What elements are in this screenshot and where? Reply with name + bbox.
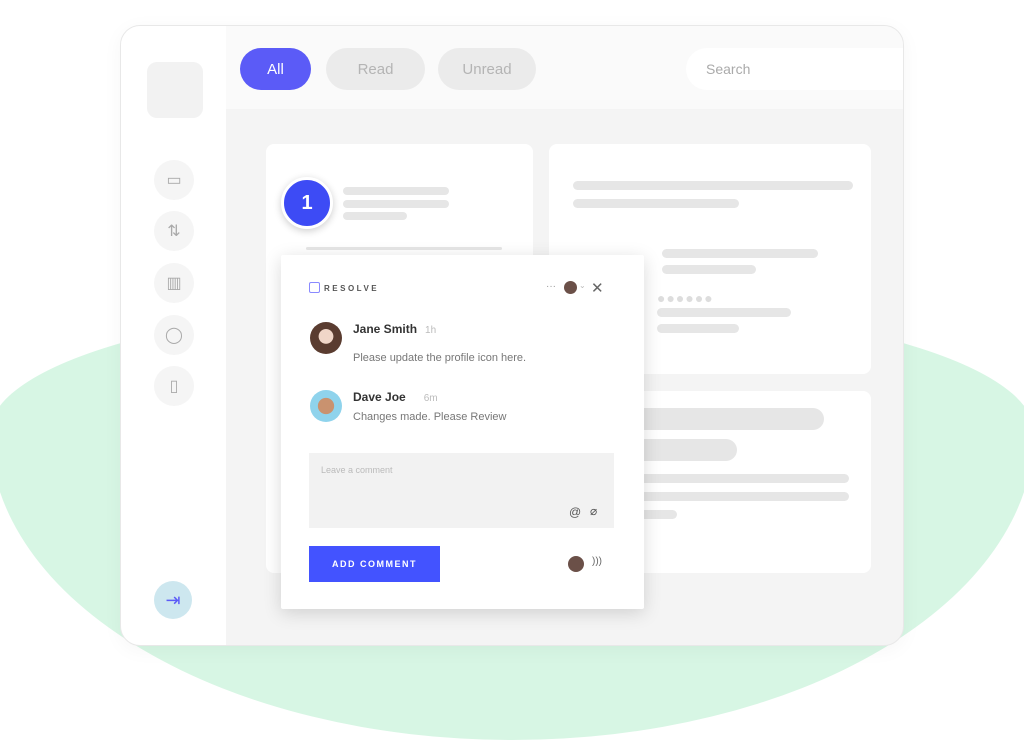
logout-icon[interactable]: ⇥ (154, 581, 192, 619)
comment-badge[interactable]: 1 (281, 177, 333, 229)
comment-time: 1h (425, 325, 437, 336)
sidebar: ▭ ⇅ ▥ ◯ ▯ ⇥ (121, 26, 226, 645)
user-avatar-dropdown[interactable] (564, 281, 577, 294)
comment-text: Changes made. Please Review (353, 411, 507, 423)
comment-author: Jane Smith (353, 322, 418, 336)
comment-text: Please update the profile icon here. (353, 352, 527, 364)
chart-icon[interactable]: ▥ (154, 263, 194, 303)
comment-time: 6m (423, 393, 438, 404)
mention-icon[interactable]: @ (569, 505, 581, 519)
chat-icon[interactable]: ◯ (154, 315, 194, 355)
top-bar: All Read Unread Search (226, 26, 903, 109)
filter-read[interactable]: Read (326, 48, 425, 90)
resolve-checkbox[interactable] (309, 282, 320, 293)
comment-author: Dave Joe (353, 390, 406, 404)
logo-placeholder (147, 62, 203, 118)
search-input[interactable]: Search (686, 48, 903, 90)
avatar (568, 556, 584, 572)
avatar (310, 390, 342, 422)
close-icon[interactable]: ✕ (591, 279, 604, 297)
document-icon[interactable]: ▯ (154, 366, 194, 406)
transfer-icon[interactable]: ⇅ (154, 211, 194, 251)
subscribe-icon[interactable]: ))) (592, 556, 602, 567)
comment-input[interactable]: Leave a comment @ ⌀ (309, 453, 614, 528)
search-placeholder: Search (706, 61, 751, 77)
chevron-down-icon[interactable]: ⌄ (579, 281, 586, 290)
avatar (310, 322, 342, 354)
filter-unread[interactable]: Unread (438, 48, 536, 90)
filter-all[interactable]: All (240, 48, 311, 90)
comment-placeholder: Leave a comment (321, 465, 393, 475)
attachment-icon[interactable]: ⌀ (590, 504, 597, 518)
add-comment-button[interactable]: ADD COMMENT (309, 546, 440, 582)
wallet-icon[interactable]: ▭ (154, 160, 194, 200)
comment-popup: RESOLVE ··· ⌄ ✕ Jane Smith 1h Please upda… (281, 255, 644, 609)
resolve-label: RESOLVE (324, 284, 380, 293)
more-icon[interactable]: ··· (546, 281, 556, 292)
